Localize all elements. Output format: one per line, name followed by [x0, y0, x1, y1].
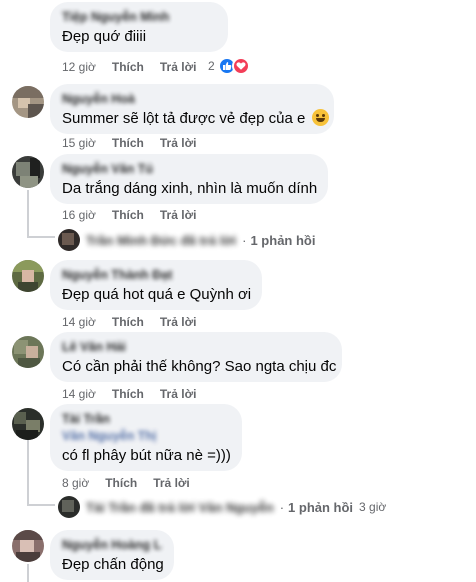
- like-button[interactable]: Thích: [112, 60, 144, 74]
- reply-count: 1 phản hồi: [288, 499, 354, 515]
- comment-bubble: Tài Trần Vân Nguyễn Thị có fl phây bút n…: [50, 404, 242, 471]
- view-replies-link[interactable]: Tài Trần đã trả lời Vân Nguyễn · 1 phản …: [58, 496, 386, 518]
- comment-timestamp[interactable]: 14 giờ: [62, 315, 96, 329]
- avatar[interactable]: [12, 408, 44, 440]
- thread-line: [27, 440, 29, 506]
- commenter-name[interactable]: Lê Văn Hải: [62, 340, 330, 355]
- comment-timestamp[interactable]: 8 giờ: [62, 476, 89, 490]
- commenter-name[interactable]: Nguyễn Văn Tú: [62, 162, 316, 177]
- like-button[interactable]: Thích: [112, 315, 144, 329]
- comment-actions: 8 giờ Thích Trả lời: [62, 476, 206, 490]
- comment-text: Da trắng dáng xinh, nhìn là muốn dính: [62, 180, 318, 197]
- reply-count: 1 phản hồi: [250, 232, 316, 248]
- reply-author: Trần Minh Đức đã trả lời: [86, 232, 237, 248]
- comment-bubble: Nguyễn Hoà Summer sẽ lột tả được vẻ đẹp …: [50, 84, 334, 134]
- comment-actions: 14 giờ Thích Trả lời: [62, 387, 212, 401]
- comment-actions: 14 giờ Thích Trả lời: [62, 315, 212, 329]
- grinning-face-icon: [311, 109, 329, 126]
- commenter-name[interactable]: Nguyễn Hoàng Lâm: [62, 538, 162, 553]
- comment-text: có fl phây bút nữa nè =))): [62, 447, 231, 464]
- comment-timestamp[interactable]: 14 giờ: [62, 387, 96, 401]
- comment-actions: 12 giờ Thích Trả lời: [62, 60, 212, 74]
- commenter-name[interactable]: Tài Trần: [62, 412, 230, 427]
- reply-button[interactable]: Trả lời: [160, 208, 197, 222]
- commenter-name[interactable]: Tiệp Nguyễn Minh: [62, 10, 216, 25]
- avatar[interactable]: [12, 336, 44, 368]
- comment-timestamp[interactable]: 16 giờ: [62, 208, 96, 222]
- like-button[interactable]: Thích: [112, 136, 144, 150]
- view-replies-link[interactable]: Trần Minh Đức đã trả lời · 1 phản hồi: [58, 229, 315, 251]
- avatar[interactable]: [12, 86, 44, 118]
- comment-text: Đẹp quớ điiii: [62, 28, 147, 45]
- thread-line: [27, 504, 55, 506]
- avatar[interactable]: [12, 260, 44, 292]
- commenter-name[interactable]: Nguyễn Hoà: [62, 92, 322, 107]
- comment-actions: 16 giờ Thích Trả lời: [62, 208, 212, 222]
- reply-timestamp[interactable]: 3 giờ: [359, 500, 386, 514]
- reply-button[interactable]: Trả lời: [160, 60, 197, 74]
- love-icon: [231, 57, 250, 75]
- reply-button[interactable]: Trả lời: [153, 476, 190, 490]
- thread-line: [27, 564, 29, 582]
- reply-button[interactable]: Trả lời: [160, 387, 197, 401]
- comment-bubble: Nguyễn Thành Đạt Đẹp quá hot quá e Quỳnh…: [50, 260, 262, 310]
- avatar[interactable]: [12, 156, 44, 188]
- like-button[interactable]: Thích: [112, 387, 144, 401]
- thread-line: [27, 190, 29, 238]
- reply-button[interactable]: Trả lời: [160, 315, 197, 329]
- comment-text: Đẹp quá hot quá e Quỳnh ơi: [62, 286, 252, 303]
- thread-line: [27, 236, 55, 238]
- comment-timestamp[interactable]: 15 giờ: [62, 136, 96, 150]
- comment-timestamp[interactable]: 12 giờ: [62, 60, 96, 74]
- like-button[interactable]: Thích: [105, 476, 137, 490]
- reply-author: Tài Trần đã trả lời Vân Nguyễn: [86, 499, 274, 515]
- reaction-summary[interactable]: 2: [208, 57, 250, 75]
- comment-bubble: Tiệp Nguyễn Minh Đẹp quớ điiii: [50, 2, 228, 52]
- comment-text: Summer sẽ lột tả được vẻ đẹp của e: [62, 109, 329, 129]
- reply-button[interactable]: Trả lời: [160, 136, 197, 150]
- avatar[interactable]: [12, 530, 44, 562]
- tagged-user[interactable]: Vân Nguyễn Thị: [62, 429, 230, 444]
- commenter-name[interactable]: Nguyễn Thành Đạt: [62, 268, 250, 283]
- comment-bubble: Lê Văn Hải Có cần phải thế không? Sao ng…: [50, 332, 342, 382]
- like-button[interactable]: Thích: [112, 208, 144, 222]
- comment-actions: 15 giờ Thích Trả lời: [62, 136, 212, 150]
- comment-bubble: Nguyễn Văn Tú Da trắng dáng xinh, nhìn l…: [50, 154, 328, 204]
- comment-text: Có cần phải thế không? Sao ngta chịu đc: [62, 358, 337, 375]
- comment-bubble: Nguyễn Hoàng Lâm Đẹp chấn động: [50, 530, 174, 580]
- comment-text: Đẹp chấn động: [62, 556, 164, 573]
- avatar: [58, 229, 80, 251]
- reaction-count: 2: [208, 59, 215, 73]
- avatar: [58, 496, 80, 518]
